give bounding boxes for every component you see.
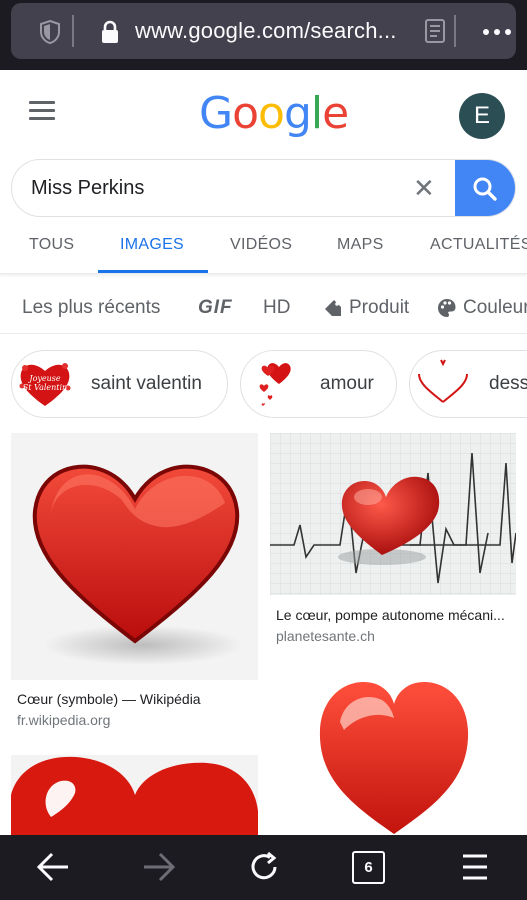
logo-letter: o	[258, 88, 285, 139]
tab-news[interactable]: ACTUALITÉS	[430, 236, 527, 254]
menu-icon[interactable]	[29, 101, 55, 121]
result-image[interactable]	[11, 755, 258, 835]
filter-hd[interactable]: HD	[263, 297, 290, 319]
reload-icon[interactable]	[248, 851, 280, 888]
tab-videos[interactable]: VIDÉOS	[230, 236, 292, 254]
result-title[interactable]: Le cœur, pompe autonome mécani...	[276, 607, 505, 623]
browser-bottom-toolbar: 6	[0, 835, 527, 900]
image-result[interactable]	[270, 670, 516, 835]
tab-all[interactable]: TOUS	[29, 236, 74, 254]
search-box[interactable]: Miss Perkins ✕	[11, 159, 516, 217]
active-tab-indicator	[98, 270, 208, 273]
logo-letter: G	[199, 88, 233, 139]
chip-dessin[interactable]: dessin	[409, 350, 527, 418]
search-input[interactable]: Miss Perkins	[31, 177, 144, 200]
forward-arrow-icon[interactable]	[142, 851, 176, 888]
account-avatar[interactable]: E	[459, 93, 505, 139]
chip-thumbnail	[413, 354, 473, 414]
chip-amour[interactable]: amour	[240, 350, 397, 418]
browser-toolbar: www.google.com/search...	[0, 0, 527, 70]
chip-thumbnail	[244, 354, 304, 414]
chip-thumbnail: Joyeuse St Valentin	[15, 354, 75, 414]
chip-label: dessin	[489, 373, 527, 394]
search-button[interactable]	[455, 160, 515, 216]
logo-letter: l	[310, 88, 323, 139]
filter-color-label: Couleur	[463, 297, 527, 318]
search-tabs: TOUS IMAGES VIDÉOS MAPS ACTUALITÉS	[0, 224, 527, 274]
url-bar-divider	[454, 15, 456, 47]
palette-icon	[438, 299, 456, 317]
related-searches: Joyeuse St Valentin saint valentin amour …	[0, 348, 527, 420]
url-bar-divider	[72, 15, 74, 47]
url-text[interactable]: www.google.com/search...	[135, 18, 397, 44]
filter-product-label: Produit	[349, 297, 410, 318]
filter-gif[interactable]: GIF	[198, 297, 233, 319]
logo-letter: g	[283, 88, 312, 139]
logo-letter: o	[232, 88, 259, 139]
result-image[interactable]	[270, 433, 516, 595]
google-logo[interactable]: Google	[199, 88, 349, 139]
lock-icon[interactable]	[100, 20, 120, 49]
app-menu-icon[interactable]	[462, 853, 488, 886]
more-options-icon[interactable]	[483, 29, 511, 35]
result-source[interactable]: planetesante.ch	[276, 628, 375, 644]
result-image[interactable]	[270, 670, 516, 835]
chip-label: amour	[320, 373, 374, 394]
image-filters: Les plus récents GIF HD Produit Couleur	[0, 284, 527, 334]
chip-label: saint valentin	[91, 373, 202, 394]
result-image[interactable]	[11, 433, 258, 680]
search-icon	[473, 177, 497, 201]
chip-saint-valentin[interactable]: Joyeuse St Valentin saint valentin	[11, 350, 228, 418]
back-arrow-icon[interactable]	[36, 851, 70, 888]
reader-view-icon[interactable]	[425, 19, 445, 48]
tab-images[interactable]: IMAGES	[120, 236, 184, 254]
filter-recent[interactable]: Les plus récents	[22, 297, 160, 319]
logo-letter: e	[322, 88, 349, 139]
tag-icon	[325, 300, 341, 316]
result-source[interactable]: fr.wikipedia.org	[17, 712, 110, 728]
image-result[interactable]: Cœur (symbole) — Wikipédia fr.wikipedia.…	[11, 433, 258, 733]
image-result[interactable]: Le cœur, pompe autonome mécani... planet…	[270, 433, 516, 648]
result-title[interactable]: Cœur (symbole) — Wikipédia	[17, 691, 201, 707]
tab-maps[interactable]: MAPS	[337, 236, 384, 254]
filter-product[interactable]: Produit	[323, 297, 409, 319]
tracking-protection-shield-icon[interactable]	[39, 19, 61, 49]
clear-search-icon[interactable]: ✕	[413, 175, 435, 201]
svg-text:Joyeuse: Joyeuse	[27, 374, 61, 383]
filter-color[interactable]: Couleur	[437, 297, 527, 319]
url-bar[interactable]: www.google.com/search...	[11, 3, 516, 59]
svg-text:St Valentin: St Valentin	[23, 383, 67, 392]
tabs-counter-button[interactable]: 6	[352, 851, 385, 884]
image-result[interactable]	[11, 755, 258, 835]
